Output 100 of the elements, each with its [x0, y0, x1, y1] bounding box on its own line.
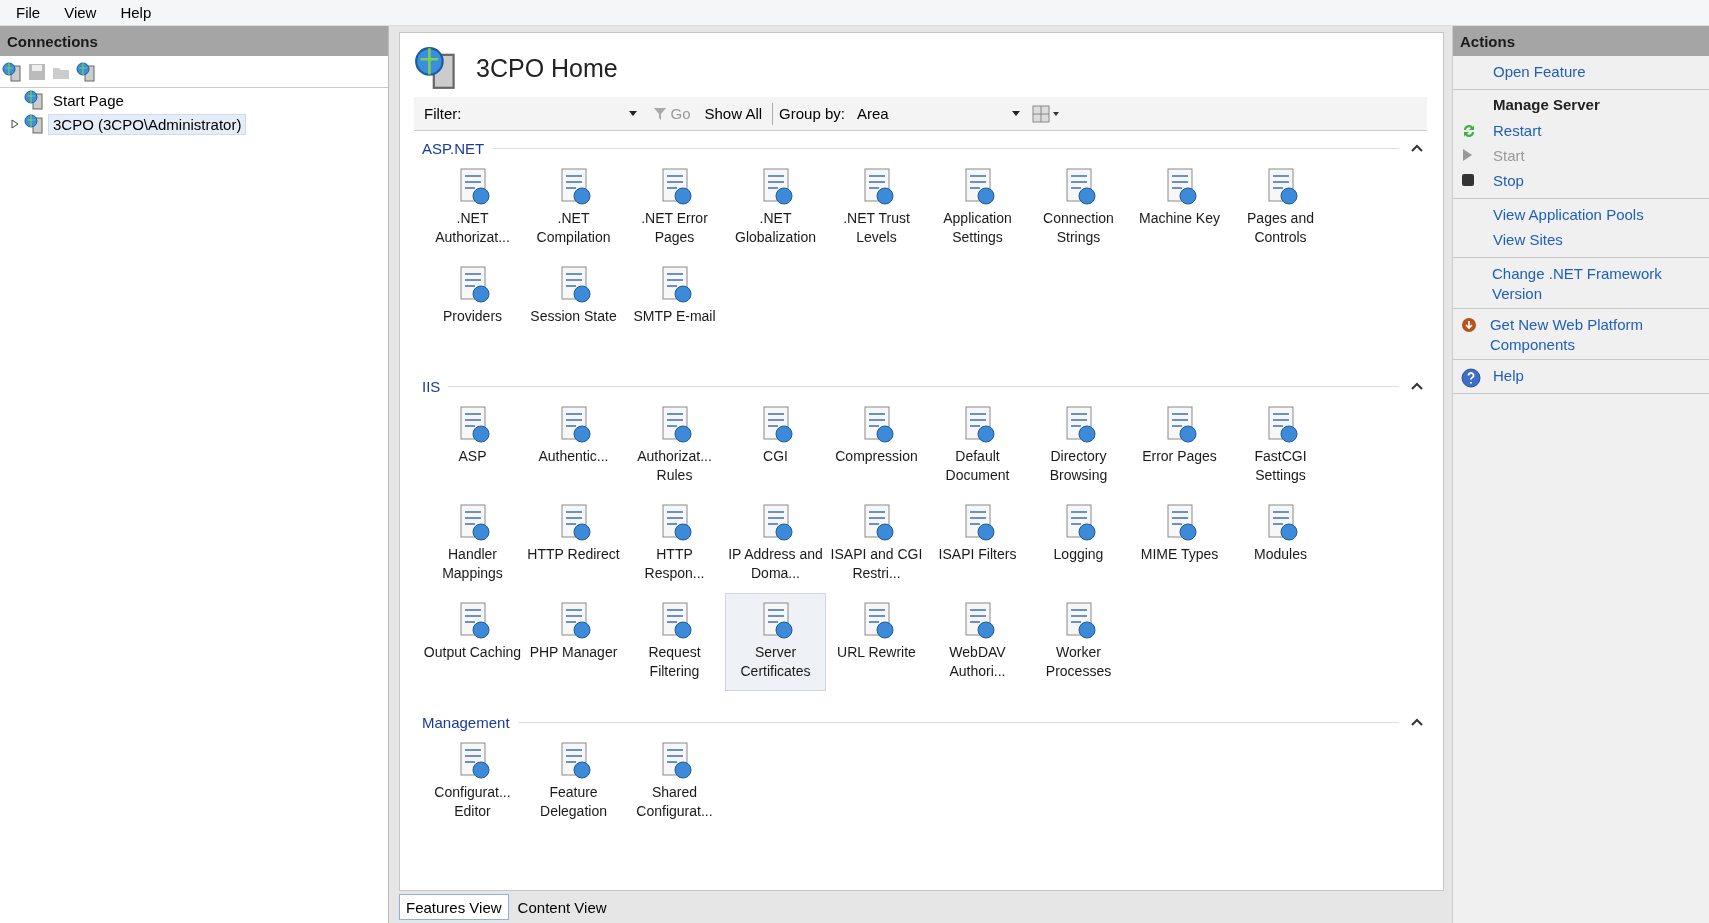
feature-tile[interactable]: PHP Manager [523, 593, 624, 691]
action-link[interactable]: Change .NET Framework Version [1492, 262, 1709, 304]
feature-tile[interactable]: HTTP Respon... [624, 495, 725, 593]
feature-tile[interactable]: URL Rewrite [826, 593, 927, 691]
feature-tile[interactable]: .NET Globalization [725, 159, 826, 257]
view-tab[interactable]: Features View [399, 894, 509, 920]
feature-tile[interactable]: MIME Types [1129, 495, 1230, 593]
feature-label: FastCGI Settings [1253, 447, 1308, 485]
feature-tile[interactable]: Handler Mappings [422, 495, 523, 593]
feature-label: .NET Authorizat... [434, 209, 511, 247]
feature-tile[interactable]: Providers [422, 257, 523, 355]
server-icon [24, 90, 44, 110]
section-title: Management [422, 713, 510, 731]
show-all-button[interactable]: Show All [700, 105, 767, 122]
feature-label: CGI [763, 447, 788, 466]
feature-tile[interactable]: ISAPI Filters [927, 495, 1028, 593]
menu-item[interactable]: View [54, 2, 107, 23]
feature-label: Session State [530, 307, 617, 326]
action-link[interactable]: Get New Web Platform Components [1489, 313, 1709, 355]
feature-label: Modules [1254, 545, 1307, 564]
tree-item[interactable]: 3CPO (3CPO\Administrator) [48, 113, 247, 135]
feature-label: Worker Processes [1044, 643, 1113, 681]
feature-tile[interactable]: ISAPI and CGI Restri... [826, 495, 927, 593]
feature-tile[interactable]: SMTP E-mail [624, 257, 725, 355]
feature-label: Providers [442, 307, 503, 326]
feature-tile[interactable]: .NET Compilation [523, 159, 624, 257]
section-title: ASP.NET [422, 139, 485, 157]
feature-label: IP Address and Doma... [727, 545, 824, 583]
feature-tile[interactable]: Authorizat... Rules [624, 397, 725, 495]
feature-label: Configurat... Editor [433, 783, 512, 821]
feature-label: .NET Error Pages [640, 209, 709, 247]
feature-tile[interactable]: ASP [422, 397, 523, 495]
action-link[interactable]: View Sites [1493, 228, 1563, 250]
feature-tile[interactable]: Authentic... [523, 397, 624, 495]
feature-tile[interactable]: FastCGI Settings [1230, 397, 1331, 495]
funnel-icon [652, 106, 667, 121]
action-link[interactable]: Help [1493, 364, 1524, 386]
server-icon [414, 46, 458, 90]
server-icon [24, 114, 44, 134]
play-icon [1461, 148, 1473, 162]
filter-label: Filter: [424, 105, 462, 122]
feature-label: .NET Compilation [535, 209, 612, 247]
feature-tile[interactable]: Machine Key [1129, 159, 1230, 257]
view-grid-icon[interactable] [1031, 104, 1060, 123]
feature-tile[interactable]: WebDAV Authori... [927, 593, 1028, 691]
feature-label: Compression [835, 447, 918, 466]
menu-item[interactable]: File [6, 2, 51, 23]
group-by-dropdown[interactable]: Area [850, 101, 1026, 126]
feature-tile[interactable]: Output Caching [422, 593, 523, 691]
feature-tile[interactable]: Shared Configurat... [624, 733, 725, 831]
feature-label: WebDAV Authori... [948, 643, 1007, 681]
action-link[interactable]: View Application Pools [1493, 203, 1644, 225]
feature-label: ISAPI Filters [938, 545, 1017, 564]
feature-tile[interactable]: Feature Delegation [523, 733, 624, 831]
feature-label: HTTP Redirect [527, 545, 620, 564]
action-link[interactable]: Stop [1493, 169, 1524, 191]
feature-tile[interactable]: .NET Authorizat... [422, 159, 523, 257]
feature-tile[interactable]: IP Address and Doma... [725, 495, 826, 593]
feature-tile[interactable]: Worker Processes [1028, 593, 1129, 691]
feature-label: Error Pages [1142, 447, 1217, 466]
action-link[interactable]: Open Feature [1493, 60, 1586, 82]
feature-label: Server Certificates [739, 643, 812, 681]
feature-label: ISAPI and CGI Restri... [829, 545, 924, 583]
globe-icon [2, 61, 22, 82]
view-tab[interactable]: Content View [510, 894, 614, 920]
pane-header: Actions [1453, 26, 1709, 56]
feature-label: Machine Key [1139, 209, 1220, 228]
feature-tile[interactable]: .NET Trust Levels [826, 159, 927, 257]
feature-label: Authorizat... Rules [636, 447, 713, 485]
group-by-label: Group by: [779, 105, 845, 122]
feature-label: Default Document [944, 447, 1011, 485]
feature-tile[interactable]: Compression [826, 397, 927, 495]
feature-tile[interactable]: Pages and Controls [1230, 159, 1331, 257]
expander-icon[interactable] [10, 119, 20, 129]
feature-tile[interactable]: Modules [1230, 495, 1331, 593]
feature-tile[interactable]: Connection Strings [1028, 159, 1129, 257]
action-link[interactable]: Restart [1493, 119, 1542, 141]
feature-tile[interactable]: HTTP Redirect [523, 495, 624, 593]
feature-tile[interactable]: Application Settings [927, 159, 1028, 257]
feature-tile[interactable]: CGI [725, 397, 826, 495]
dropdown-caret-icon [1011, 111, 1020, 116]
feature-tile[interactable]: Directory Browsing [1028, 397, 1129, 495]
feature-tile[interactable]: Logging [1028, 495, 1129, 593]
feature-label: URL Rewrite [837, 643, 916, 662]
feature-tile[interactable]: Server Certificates [725, 593, 826, 691]
feature-tile[interactable]: Default Document [927, 397, 1028, 495]
feature-tile[interactable]: Session State [523, 257, 624, 355]
feature-tile[interactable]: .NET Error Pages [624, 159, 725, 257]
feature-tile[interactable]: Error Pages [1129, 397, 1230, 495]
feature-label: Feature Delegation [539, 783, 608, 821]
tree-item[interactable]: Start Page [48, 89, 129, 111]
menu-item[interactable]: Help [110, 2, 162, 23]
feature-label: .NET Trust Levels [842, 209, 911, 247]
feature-tile[interactable]: Request Filtering [624, 593, 725, 691]
feature-label: PHP Manager [529, 643, 618, 662]
feature-label: Directory Browsing [1048, 447, 1109, 485]
feature-label: Request Filtering [647, 643, 702, 681]
download-icon [1461, 317, 1477, 333]
feature-label: .NET Globalization [734, 209, 817, 247]
feature-tile[interactable]: Configurat... Editor [422, 733, 523, 831]
